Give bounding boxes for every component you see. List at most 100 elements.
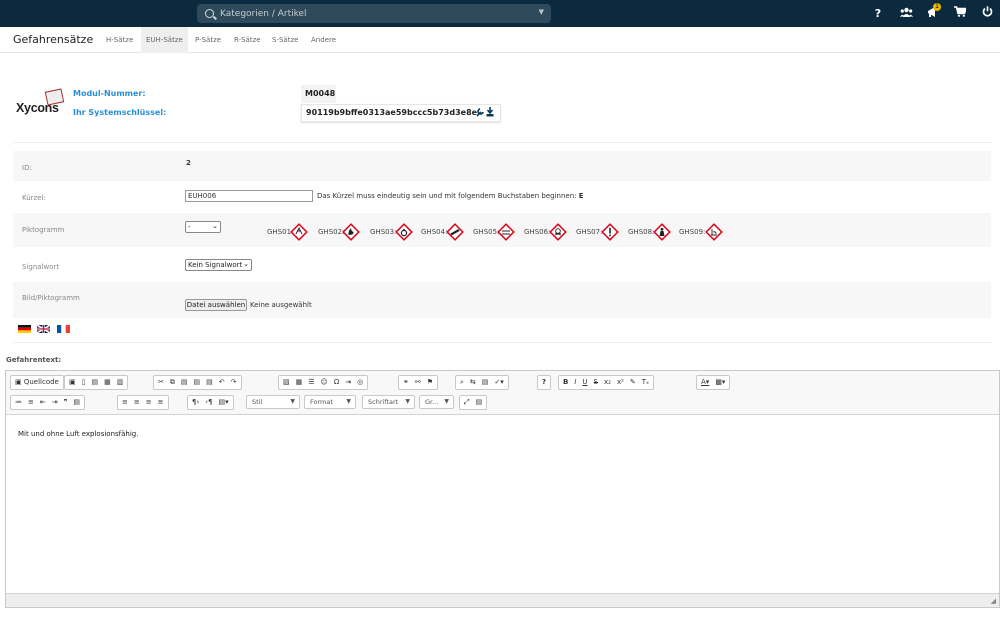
numbered-list-icon[interactable]: ≔ (12, 396, 25, 409)
strike-icon[interactable]: S (591, 376, 601, 389)
chevron-down-icon: ▼ (405, 398, 410, 405)
ghs05-corrosion-icon[interactable] (497, 223, 515, 241)
image-icon[interactable]: ▨ (280, 376, 293, 389)
language-icon[interactable]: ▤▾ (216, 396, 232, 409)
templates-icon[interactable]: ▥ (114, 376, 127, 389)
blockquote-icon[interactable]: ❞ (61, 396, 71, 409)
bullet-list-icon[interactable]: ≡ (25, 396, 37, 409)
copy-icon[interactable]: ⧉ (167, 376, 178, 389)
ghs09-environment-icon[interactable] (705, 223, 723, 241)
source-button[interactable]: ▣ Quellcode (12, 376, 62, 389)
show-blocks-icon[interactable]: ▤ (473, 396, 486, 409)
div-icon[interactable]: ▤ (70, 396, 83, 409)
subscript-icon[interactable]: x₂ (601, 376, 614, 389)
unlink-icon[interactable]: ⚯ (412, 376, 424, 389)
bg-color-icon[interactable]: ▩▾ (712, 376, 728, 389)
fr-flag-icon[interactable] (57, 325, 70, 333)
format-dropdown[interactable]: Format ▼ (304, 395, 356, 409)
ltr-icon[interactable]: ¶› (189, 396, 202, 409)
ghs01-explosion-icon[interactable] (290, 223, 308, 241)
underline-icon[interactable]: U (579, 376, 590, 389)
maximize-icon[interactable]: ⤢ (461, 396, 473, 409)
ghs07-exclamation-icon[interactable] (601, 223, 619, 241)
align-justify-icon[interactable]: ≡ (155, 396, 167, 409)
horizontal-line-icon[interactable]: ☰ (305, 376, 317, 389)
cut-icon[interactable]: ✂ (155, 376, 167, 389)
toolbar-group-clipboard: ✂ ⧉ ▤ ▤ ▤ ↶ ↷ (153, 375, 242, 390)
undo-icon[interactable]: ↶ (216, 376, 228, 389)
toolbar-group-document: ▣ Quellcode (10, 375, 64, 390)
font-dropdown[interactable]: Schriftart ▼ (362, 395, 415, 409)
replace-icon[interactable]: ⇆ (467, 376, 479, 389)
align-right-icon[interactable]: ≡ (143, 396, 155, 409)
paste-icon[interactable]: ▤ (178, 376, 191, 389)
source-button-label: Quellcode (23, 378, 59, 386)
new-page-icon[interactable]: ▯ (79, 376, 89, 389)
bold-icon[interactable]: B (560, 376, 571, 389)
search-box[interactable]: Kategorien / Artikel ▼ (197, 4, 551, 23)
power-icon[interactable] (981, 6, 993, 21)
ghs08-health-hazard-icon[interactable] (653, 223, 671, 241)
save-icon[interactable]: ▣ (66, 376, 79, 389)
print-icon[interactable]: ▦ (101, 376, 114, 389)
chevron-down-icon[interactable]: ▼ (539, 8, 544, 16)
iframe-icon[interactable]: ◎ (354, 376, 366, 389)
copy-format-icon[interactable]: ✎ (627, 376, 639, 389)
preview-icon[interactable]: ▤ (88, 376, 101, 389)
style-dropdown-label: Stil (252, 398, 263, 406)
ghs02-flame-icon[interactable] (342, 223, 360, 241)
file-choose-button[interactable]: Datei auswählen (185, 299, 247, 311)
ghs04-gas-cylinder-icon[interactable] (446, 223, 464, 241)
italic-icon[interactable]: I (571, 376, 579, 389)
ghs03-oxidizer-icon[interactable] (395, 223, 413, 241)
signalwort-select[interactable]: Kein Signalwort ⌄ (185, 259, 252, 271)
toolbar-group-links: ⚭ ⚯ ⚑ (398, 375, 439, 390)
find-icon[interactable]: ⌕ (457, 376, 467, 389)
page-break-icon[interactable]: ⇥ (342, 376, 354, 389)
tab-p-saetze[interactable]: P-Sätze (190, 27, 226, 53)
ghs06-skull-icon[interactable] (549, 223, 567, 241)
ghs06-label: GHS06: (524, 228, 551, 236)
tab-andere[interactable]: Andere (306, 27, 341, 53)
resize-handle-icon[interactable]: ◢ (991, 597, 996, 605)
kuerzel-input[interactable] (185, 190, 313, 202)
sub-navigation: Gefahrensätze H-Sätze EUH-Sätze P-Sätze … (0, 27, 1000, 53)
special-char-icon[interactable]: Ω (331, 376, 342, 389)
text-color-icon[interactable]: A▾ (698, 376, 712, 389)
smiley-icon[interactable]: ☺ (318, 376, 331, 389)
select-all-icon[interactable]: ▤ (479, 376, 492, 389)
redo-icon[interactable]: ↷ (228, 376, 240, 389)
spellcheck-icon[interactable]: ✓▾ (491, 376, 506, 389)
style-dropdown[interactable]: Stil ▼ (246, 395, 300, 409)
superscript-icon[interactable]: x² (614, 376, 627, 389)
indent-icon[interactable]: ⇥ (49, 396, 61, 409)
tab-h-saetze[interactable]: H-Sätze (101, 27, 138, 53)
help-icon[interactable]: ? (873, 6, 883, 21)
help-button-icon[interactable]: ? (539, 376, 549, 389)
editor-content[interactable]: Mit und ohne Luft explosionsfähig. (18, 430, 138, 438)
tab-s-saetze[interactable]: S-Sätze (267, 27, 303, 53)
table-icon[interactable]: ▦ (293, 376, 306, 389)
search-icon (205, 9, 214, 18)
wrench-download-icon[interactable] (476, 107, 496, 120)
paste-word-icon[interactable]: ▤ (203, 376, 216, 389)
paste-text-icon[interactable]: ▤ (191, 376, 204, 389)
piktogramm-label: Piktogramm (22, 226, 65, 234)
signalwort-select-value: Kein Signalwort (188, 261, 243, 269)
bild-label: Bild/Piktogramm (22, 294, 80, 302)
gb-flag-icon[interactable] (37, 325, 50, 333)
tab-euh-saetze[interactable]: EUH-Sätze (141, 27, 188, 53)
rtl-icon[interactable]: ‹¶ (202, 396, 215, 409)
link-icon[interactable]: ⚭ (400, 376, 412, 389)
de-flag-icon[interactable] (18, 325, 31, 333)
align-center-icon[interactable]: ≡ (131, 396, 143, 409)
users-icon[interactable] (899, 6, 913, 21)
cart-icon[interactable] (953, 6, 967, 21)
outdent-icon[interactable]: ⇤ (37, 396, 49, 409)
piktogramm-select[interactable]: - ⌄ (185, 221, 221, 233)
font-size-dropdown[interactable]: Gr... ▼ (419, 395, 454, 409)
anchor-flag-icon[interactable]: ⚑ (424, 376, 436, 389)
align-left-icon[interactable]: ≡ (119, 396, 131, 409)
tab-r-saetze[interactable]: R-Sätze (229, 27, 266, 53)
remove-format-icon[interactable]: Tₓ (639, 376, 652, 389)
